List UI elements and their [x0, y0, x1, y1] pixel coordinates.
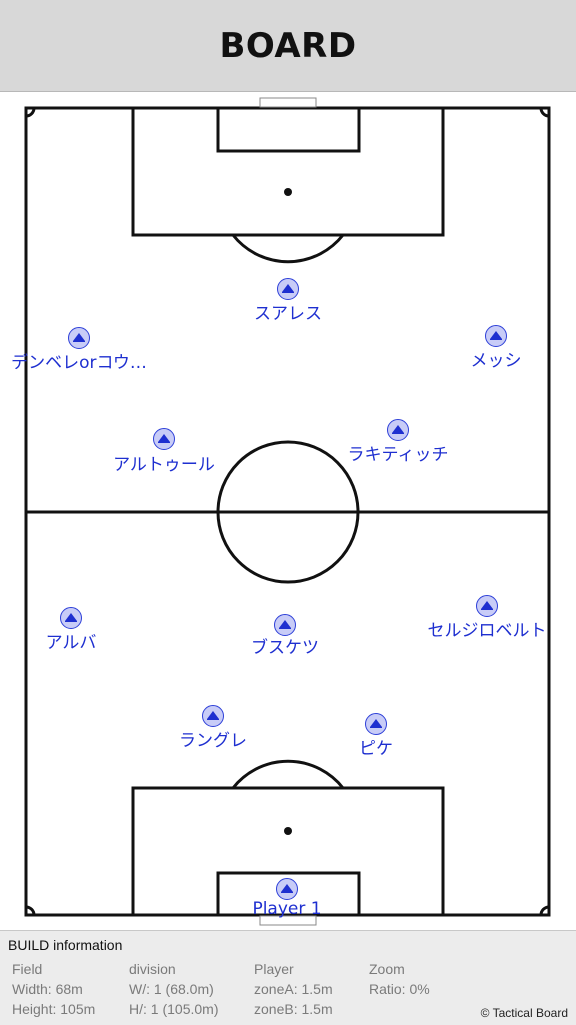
division-label: division — [129, 961, 176, 977]
field-width: Width: 68m — [12, 981, 83, 997]
player-name-label[interactable]: ブスケツ — [251, 633, 319, 658]
player-marker[interactable] — [68, 327, 90, 349]
player-marker[interactable] — [485, 325, 507, 347]
player-icon — [153, 428, 175, 450]
player-icon — [485, 325, 507, 347]
player-marker[interactable] — [277, 278, 299, 300]
player-zone-b: zoneB: 1.5m — [254, 1001, 333, 1017]
player-icon — [68, 327, 90, 349]
player-name-label[interactable]: メッシ — [471, 346, 522, 371]
player-marker[interactable] — [365, 713, 387, 735]
player-name-label[interactable]: Player 1 — [252, 899, 321, 919]
player-marker[interactable] — [387, 419, 409, 441]
player-name-label[interactable]: アルトゥール — [113, 450, 215, 475]
player-marker[interactable] — [476, 595, 498, 617]
player-name-label[interactable]: デンベレorコウ… — [11, 348, 147, 373]
field-label: Field — [12, 961, 43, 977]
zoom-info: Zoom Ratio: 0% — [369, 959, 430, 999]
copyright-text: © Tactical Board — [480, 1006, 568, 1020]
player-name-label[interactable]: ラキティッチ — [348, 440, 449, 465]
player-icon — [365, 713, 387, 735]
tactical-board-pitch[interactable]: スアレスデンベレorコウ… メッシアルトゥール ラキティッチアルバ ブスケツ セルジロベ… — [0, 92, 576, 930]
player-marker[interactable] — [202, 705, 224, 727]
player-info: Player zoneA: 1.5m zoneB: 1.5m — [254, 959, 333, 1019]
player-zone-a: zoneA: 1.5m — [254, 981, 333, 997]
top-bar: BOARD — [0, 0, 576, 92]
player-icon — [387, 419, 409, 441]
page-title: BOARD — [219, 25, 357, 66]
player-name-label[interactable]: アルバ — [46, 628, 97, 653]
build-info-heading: BUILD information — [8, 937, 123, 953]
pitch-lines — [24, 97, 551, 926]
division-w: W/: 1 (68.0m) — [129, 981, 214, 997]
player-label: Player — [254, 961, 294, 977]
field-info: Field Width: 68m Height: 105m — [12, 959, 95, 1019]
division-h: H/: 1 (105.0m) — [129, 1001, 219, 1017]
field-height: Height: 105m — [12, 1001, 96, 1017]
player-marker[interactable] — [60, 607, 82, 629]
zoom-label: Zoom — [369, 961, 405, 977]
build-info-panel: BUILD information Field Width: 68m Heigh… — [0, 930, 576, 1025]
player-icon — [276, 878, 298, 900]
player-name-label[interactable]: セルジロベルト — [428, 616, 547, 641]
player-name-label[interactable]: ラングレ — [179, 726, 247, 751]
player-name-label[interactable]: スアレス — [254, 299, 322, 324]
player-marker[interactable] — [153, 428, 175, 450]
player-icon — [202, 705, 224, 727]
player-name-label[interactable]: ピケ — [359, 734, 393, 759]
player-marker[interactable] — [276, 878, 298, 900]
player-icon — [60, 607, 82, 629]
player-icon — [476, 595, 498, 617]
zoom-ratio: Ratio: 0% — [369, 981, 430, 997]
division-info: division W/: 1 (68.0m) H/: 1 (105.0m) — [129, 959, 218, 1019]
player-icon — [277, 278, 299, 300]
